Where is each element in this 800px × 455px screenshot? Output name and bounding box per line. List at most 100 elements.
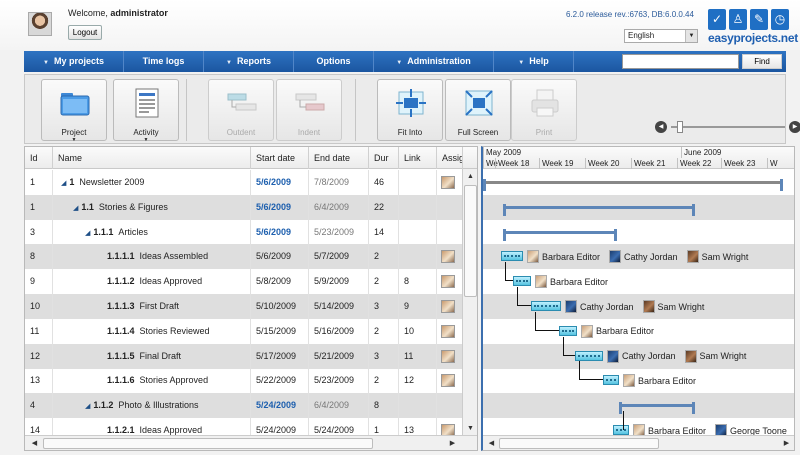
wbs-number: 1.1.2: [93, 400, 114, 411]
logo-icons: ✓ ♙ ✎ ◷: [708, 9, 792, 30]
assignee-avatar: [441, 275, 455, 289]
cell-end-date: 5/21/2009: [309, 343, 369, 369]
scroll-left-icon[interactable]: ◀: [484, 436, 499, 450]
task-bar[interactable]: [559, 325, 577, 336]
scroll-down-icon[interactable]: ▼: [463, 421, 477, 436]
grid-horizontal-scrollbar[interactable]: ◀ ▶: [25, 435, 477, 450]
cell-assignee: [437, 170, 463, 195]
nav-item-help[interactable]: ▼ Help: [494, 51, 574, 72]
activity-button[interactable]: Activity ▼: [113, 79, 179, 143]
task-name: Stories Reviewed: [139, 325, 210, 336]
cell-end-date: 5/16/2009: [309, 318, 369, 344]
cell-start-date: 5/24/2009: [251, 393, 309, 419]
scroll-thumb[interactable]: [499, 438, 659, 449]
search-input[interactable]: [622, 54, 739, 69]
grid-vertical-scrollbar[interactable]: ▲ ▼: [462, 169, 477, 437]
cell-assignee: [437, 343, 463, 369]
project-button[interactable]: Project ▼: [41, 79, 107, 143]
table-row[interactable]: 8 1.1.1.1 Ideas Assembled 5/6/2009 5/7/2009 2: [25, 244, 465, 270]
task-name: Articles: [118, 226, 148, 237]
scroll-up-icon[interactable]: ▲: [463, 169, 477, 184]
dependency-link: [517, 287, 531, 306]
zoom-in-icon[interactable]: ▶: [789, 121, 800, 133]
column-header-start-date[interactable]: Start date: [251, 147, 309, 169]
column-header-link[interactable]: Link: [399, 147, 437, 169]
wbs-number: 1.1.1.6: [107, 375, 135, 386]
scroll-right-icon[interactable]: ▶: [445, 436, 460, 450]
task-bar[interactable]: [513, 276, 531, 287]
task-bar[interactable]: [603, 375, 619, 386]
table-row[interactable]: 10 1.1.1.3 First Draft 5/10/2009 5/14/2009 3 9: [25, 294, 465, 319]
nav-item-reports[interactable]: ▼ Reports: [204, 51, 294, 72]
language-select[interactable]: English ▼: [624, 29, 698, 43]
summary-bar[interactable]: [503, 203, 695, 216]
task-bar[interactable]: [531, 301, 561, 311]
column-header-end-date[interactable]: End date: [309, 147, 369, 169]
task-bar[interactable]: [575, 350, 603, 361]
logo-text: easyprojects.net: [708, 31, 798, 45]
header: Welcome, administrator Logout 6.2.0 rele…: [0, 0, 800, 50]
table-row[interactable]: 1 ◢ 1.1 Stories & Figures 5/6/2009 6/4/2009 22: [25, 194, 465, 220]
task-resources: Cathy Jordan Sam Wright: [565, 300, 713, 313]
cell-duration: 14: [369, 219, 399, 245]
resource-name: Sam Wright: [701, 251, 749, 262]
logout-button[interactable]: Logout: [68, 25, 102, 40]
collapse-triangle-icon[interactable]: ◢: [61, 180, 66, 187]
nav-item-administration[interactable]: ▼ Administration: [374, 51, 494, 72]
outdent-button[interactable]: Outdent: [208, 79, 274, 141]
resource-avatar: [686, 250, 699, 264]
full-screen-button[interactable]: Full Screen: [445, 79, 511, 141]
nav-item-options[interactable]: Options: [294, 51, 374, 72]
gantt-horizontal-scrollbar[interactable]: ◀ ▶: [483, 435, 794, 450]
column-header-dur[interactable]: Dur: [369, 147, 399, 169]
chevron-down-icon: ▼: [226, 60, 232, 66]
find-button[interactable]: Find: [742, 54, 782, 69]
language-value: English: [628, 31, 655, 40]
user-icon: ♙: [729, 9, 747, 30]
scroll-left-icon[interactable]: ◀: [27, 436, 42, 450]
cell-id: 1: [25, 194, 53, 220]
scroll-right-icon[interactable]: ▶: [779, 436, 794, 450]
column-header-id[interactable]: Id: [25, 147, 53, 169]
collapse-triangle-icon[interactable]: ◢: [85, 230, 90, 237]
scroll-thumb[interactable]: [43, 438, 373, 449]
summary-bar[interactable]: [503, 228, 617, 241]
indent-button[interactable]: Indent: [276, 79, 342, 141]
full-screen-label: Full Screen: [457, 128, 499, 137]
table-row[interactable]: 1 ◢ 1 Newsletter 2009 5/6/2009 7/8/2009 46: [25, 170, 465, 195]
project-bar[interactable]: [483, 179, 783, 191]
zoom-out-icon[interactable]: ◀: [655, 121, 667, 133]
zoom-handle[interactable]: [676, 121, 683, 133]
table-row[interactable]: 3 ◢ 1.1.1 Articles 5/6/2009 5/23/2009 14: [25, 219, 465, 245]
cell-id: 8: [25, 244, 53, 270]
fit-into-button[interactable]: Fit Into: [377, 79, 443, 141]
table-row[interactable]: 11 1.1.1.4 Stories Reviewed 5/15/2009 5/16/2…: [25, 318, 465, 344]
table-row[interactable]: 4 ◢ 1.1.2 Photo & Illustrations 5/24/2009 6/4…: [25, 393, 465, 419]
table-row[interactable]: 13 1.1.1.6 Stories Approved 5/22/2009 5/23/2…: [25, 368, 465, 394]
cell-start-date: 5/6/2009: [251, 219, 309, 245]
summary-bar[interactable]: [619, 402, 695, 415]
task-bar[interactable]: [501, 251, 523, 262]
week-label: Week 18: [495, 158, 539, 169]
table-row[interactable]: 9 1.1.1.2 Ideas Approved 5/8/2009 5/9/2009 2 8: [25, 269, 465, 295]
nav-item-time-logs[interactable]: Time logs: [124, 51, 204, 72]
scroll-thumb[interactable]: [464, 185, 477, 297]
collapse-triangle-icon[interactable]: ◢: [73, 205, 78, 212]
fit-into-label: Fit Into: [397, 128, 423, 137]
cell-id: 3: [25, 219, 53, 245]
zoom-slider[interactable]: ◀ ▶: [655, 121, 800, 133]
nav-item-my-projects[interactable]: ▼ My projects: [24, 51, 124, 72]
cell-start-date: 5/6/2009: [251, 244, 309, 270]
table-row[interactable]: 12 1.1.1.5 Final Draft 5/17/2009 5/21/2009 3 1…: [25, 343, 465, 369]
task-bar[interactable]: [613, 425, 629, 435]
collapse-triangle-icon[interactable]: ◢: [85, 403, 90, 410]
cell-link: [399, 170, 437, 195]
cell-end-date: 5/14/2009: [309, 294, 369, 319]
print-button[interactable]: Print: [511, 79, 577, 141]
wbs-number: 1.1.1.5: [107, 350, 135, 361]
task-resources: Barbara Editor: [623, 374, 705, 388]
resource-avatar: [535, 275, 547, 289]
column-header-assig[interactable]: Assig: [437, 147, 463, 169]
cell-id: 1: [25, 170, 53, 195]
column-header-name[interactable]: Name: [53, 147, 251, 169]
